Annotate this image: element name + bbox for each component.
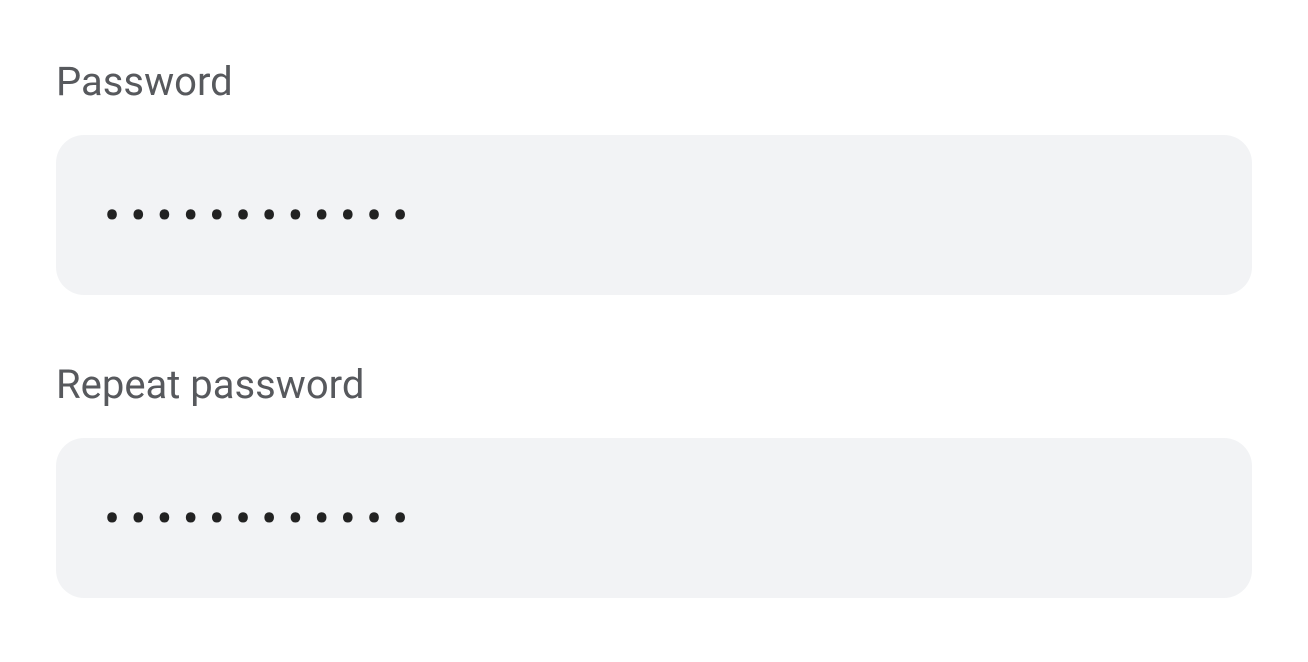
repeat-password-input[interactable] — [104, 490, 1204, 547]
repeat-password-field-group: Repeat password — [56, 361, 1252, 598]
password-field-group: Password — [56, 58, 1252, 295]
password-input[interactable] — [104, 187, 1204, 244]
repeat-password-input-wrapper — [56, 438, 1252, 598]
password-input-wrapper — [56, 135, 1252, 295]
password-label: Password — [56, 58, 1252, 105]
repeat-password-label: Repeat password — [56, 361, 1252, 408]
